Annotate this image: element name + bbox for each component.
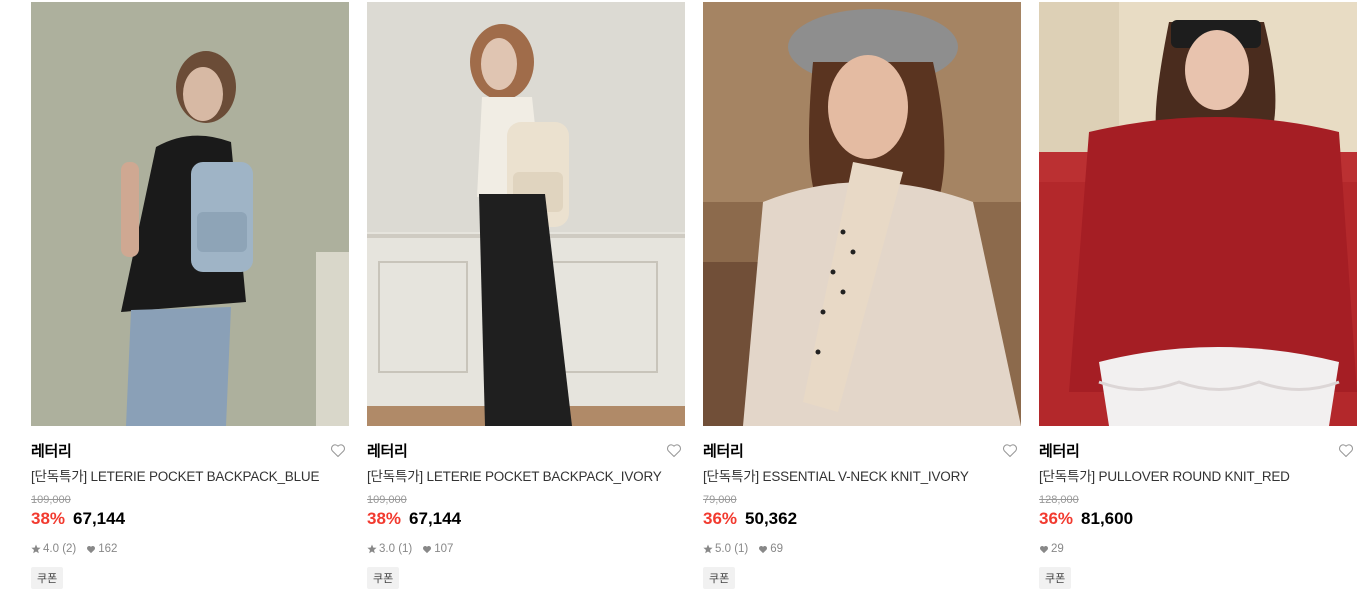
like-heart-icon	[86, 545, 96, 554]
price-row: 36% 50,362	[703, 509, 1021, 529]
product-image[interactable]	[1039, 2, 1357, 426]
coupon-badge: 쿠폰	[367, 567, 400, 589]
price-row: 38% 67,144	[31, 509, 349, 529]
brand-name[interactable]: 레터리	[367, 440, 408, 461]
wishlist-heart-icon[interactable]	[1001, 441, 1019, 459]
like-heart-icon	[422, 545, 432, 554]
rating-value: 5.0	[715, 543, 731, 555]
like-heart-icon	[758, 545, 768, 554]
like-count: 107	[434, 543, 454, 555]
rating-group: 3.0 (1)	[367, 543, 412, 555]
likes-group: 162	[86, 543, 117, 555]
product-title[interactable]: [단독특가] ESSENTIAL V-NECK KNIT_IVORY	[703, 465, 1021, 485]
product-meta: 3.0 (1) 107	[367, 542, 685, 556]
star-icon	[703, 544, 713, 554]
sale-price: 67,144	[409, 509, 462, 528]
rating-value: 3.0	[379, 543, 395, 555]
product-meta: 4.0 (2) 162	[31, 542, 349, 556]
product-card[interactable]: 레터리 [단독특가] LETERIE POCKET BACKPACK_BLUE …	[31, 2, 349, 589]
product-meta: 29	[1039, 542, 1357, 556]
rating-group: 5.0 (1)	[703, 543, 748, 555]
discount-rate: 36%	[1039, 509, 1074, 528]
likes-group: 29	[1039, 543, 1064, 555]
wishlist-heart-icon[interactable]	[665, 441, 683, 459]
product-title[interactable]: [단독특가] LETERIE POCKET BACKPACK_BLUE	[31, 465, 349, 485]
product-card[interactable]: 레터리 [단독특가] PULLOVER ROUND KNIT_RED 128,0…	[1039, 2, 1357, 589]
product-card[interactable]: 레터리 [단독특가] ESSENTIAL V-NECK KNIT_IVORY 7…	[703, 2, 1021, 589]
brand-name[interactable]: 레터리	[31, 440, 72, 461]
star-icon	[31, 544, 41, 554]
wishlist-heart-icon[interactable]	[1337, 441, 1355, 459]
rating-value: 4.0	[43, 543, 59, 555]
original-price: 109,000	[367, 494, 407, 506]
review-count: (1)	[398, 543, 413, 555]
discount-rate: 38%	[367, 509, 402, 528]
discount-rate: 36%	[703, 509, 738, 528]
product-title[interactable]: [단독특가] PULLOVER ROUND KNIT_RED	[1039, 465, 1357, 485]
like-count: 162	[98, 543, 118, 555]
product-grid: 레터리 [단독특가] LETERIE POCKET BACKPACK_BLUE …	[31, 2, 1357, 589]
sale-price: 50,362	[745, 509, 798, 528]
product-card[interactable]: 레터리 [단독특가] LETERIE POCKET BACKPACK_IVORY…	[367, 2, 685, 589]
sale-price: 81,600	[1081, 509, 1134, 528]
original-price: 109,000	[31, 494, 71, 506]
coupon-badge: 쿠폰	[703, 567, 736, 589]
price-row: 36% 81,600	[1039, 509, 1357, 529]
like-count: 29	[1051, 543, 1064, 555]
coupon-badge: 쿠폰	[31, 567, 64, 589]
product-title[interactable]: [단독특가] LETERIE POCKET BACKPACK_IVORY	[367, 465, 685, 485]
rating-group: 4.0 (2)	[31, 543, 76, 555]
likes-group: 107	[422, 543, 453, 555]
product-image[interactable]	[703, 2, 1021, 426]
review-count: (1)	[734, 543, 749, 555]
like-heart-icon	[1039, 545, 1049, 554]
original-price: 128,000	[1039, 494, 1079, 506]
sale-price: 67,144	[73, 509, 126, 528]
review-count: (2)	[62, 543, 77, 555]
product-image[interactable]	[31, 2, 349, 426]
price-row: 38% 67,144	[367, 509, 685, 529]
discount-rate: 38%	[31, 509, 66, 528]
wishlist-heart-icon[interactable]	[329, 441, 347, 459]
original-price: 79,000	[703, 494, 737, 506]
brand-name[interactable]: 레터리	[703, 440, 744, 461]
product-meta: 5.0 (1) 69	[703, 542, 1021, 556]
brand-name[interactable]: 레터리	[1039, 440, 1080, 461]
star-icon	[367, 544, 377, 554]
likes-group: 69	[758, 543, 783, 555]
like-count: 69	[770, 543, 784, 555]
product-image[interactable]	[367, 2, 685, 426]
coupon-badge: 쿠폰	[1039, 567, 1072, 589]
